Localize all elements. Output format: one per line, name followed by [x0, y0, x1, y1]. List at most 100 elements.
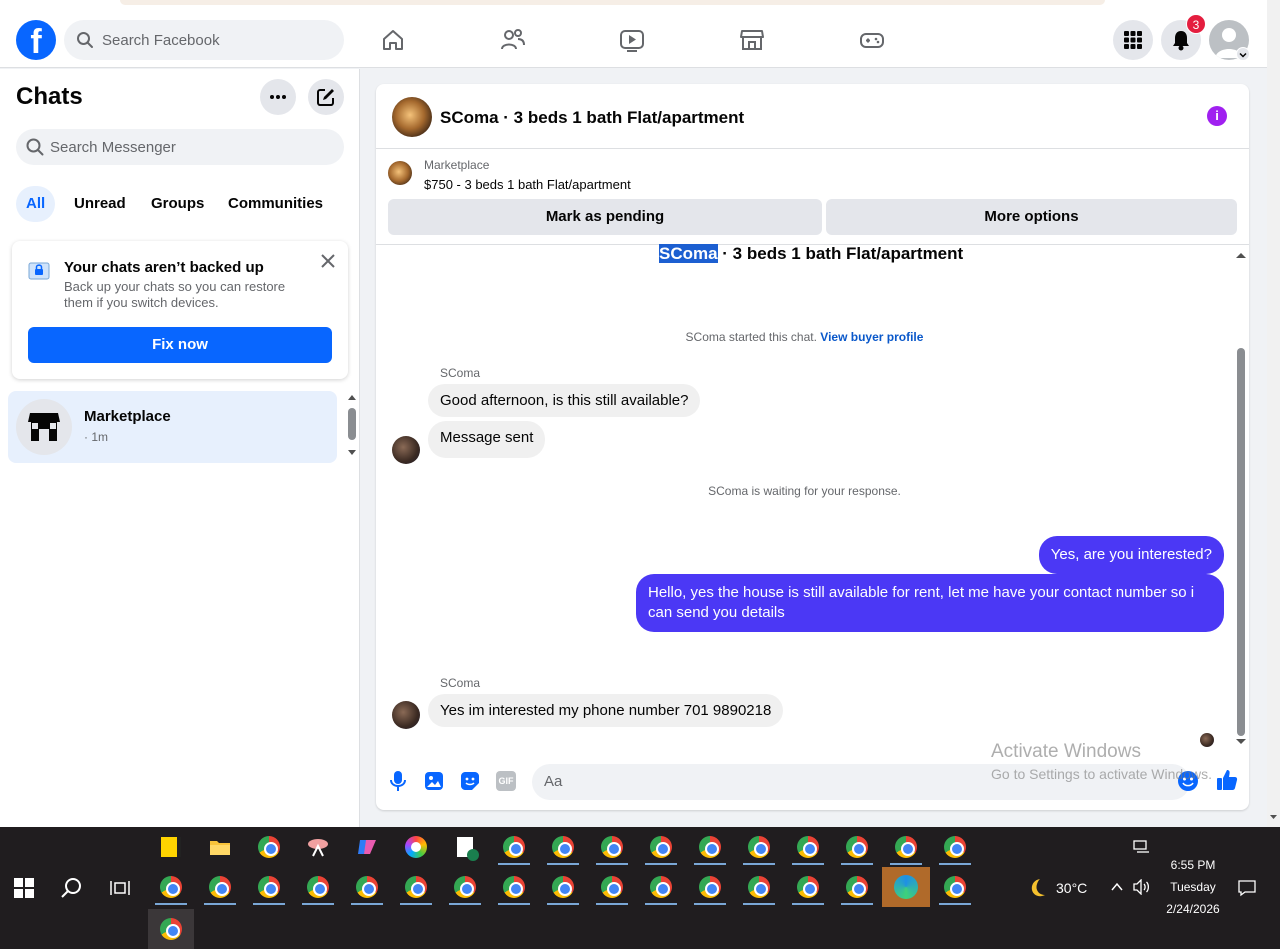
chrome-profile-icon[interactable] [148, 909, 194, 949]
chrome-profile-icon[interactable] [739, 829, 779, 865]
chat-list-scrollbar[interactable] [344, 391, 360, 463]
incoming-message[interactable]: Message sent [428, 421, 546, 458]
page-scrollbar[interactable] [1267, 0, 1280, 827]
chrome-profile-icon[interactable] [641, 829, 681, 865]
thread-scrollbar[interactable] [1233, 246, 1249, 746]
chrome-profile-icon[interactable] [543, 869, 583, 905]
chrome-profile-icon[interactable] [641, 869, 681, 905]
sender-avatar[interactable] [392, 701, 420, 729]
header-divider [376, 148, 1249, 149]
microphone-icon[interactable] [388, 770, 408, 792]
activate-windows-title: Activate Windows [991, 741, 1141, 762]
chrome-profile-icon[interactable] [935, 829, 975, 865]
conversation-header-title[interactable]: SComa · 3 beds 1 bath Flat/apartment [440, 108, 744, 128]
clock-date[interactable]: 2/24/2026 [1160, 902, 1226, 916]
backup-body: Back up your chats so you can restore th… [64, 279, 286, 310]
chat-options-button[interactable] [260, 79, 296, 115]
sticker-icon[interactable] [460, 771, 480, 791]
listing-title[interactable]: $750 - 3 beds 1 bath Flat/apartment [424, 177, 631, 192]
video-icon[interactable] [614, 22, 650, 58]
view-buyer-profile-link[interactable]: View buyer profile [820, 330, 923, 344]
listing-label: Marketplace [424, 158, 490, 172]
chrome-profile-icon[interactable] [837, 829, 877, 865]
notification-center-icon[interactable] [1238, 879, 1256, 897]
chrome-icon[interactable] [249, 829, 289, 865]
filter-unread[interactable]: Unread [64, 186, 136, 222]
taskbar-search-icon[interactable] [60, 876, 84, 900]
conversation-item-marketplace[interactable]: Marketplace · 1m [8, 391, 337, 463]
bell-icon [1173, 31, 1189, 51]
chrome-profile-icon[interactable] [151, 869, 191, 905]
copilot-icon[interactable] [347, 829, 387, 865]
chrome-profile-icon[interactable] [788, 869, 828, 905]
chrome-profile-icon[interactable] [249, 869, 289, 905]
chrome-profile-icon[interactable] [543, 829, 583, 865]
conversation-time: · 1m [84, 430, 108, 444]
facebook-search-input[interactable]: Search Facebook [64, 20, 344, 60]
messenger-search-input[interactable]: Search Messenger [16, 129, 344, 165]
chrome-profile-icon[interactable] [494, 869, 534, 905]
volume-icon[interactable] [1133, 878, 1151, 896]
thread-title-rest: · 3 beds 1 bath Flat/apartment [717, 244, 964, 263]
close-icon[interactable] [318, 251, 338, 271]
more-options-button[interactable]: More options [826, 199, 1237, 235]
snipping-tool-icon[interactable] [298, 829, 338, 865]
file-explorer-icon[interactable] [200, 829, 240, 865]
outgoing-message[interactable]: Yes, are you interested? [1038, 536, 1224, 574]
clock-time[interactable]: 6:55 PM [1160, 858, 1226, 872]
edge-browser-icon[interactable] [882, 867, 930, 907]
filter-all[interactable]: All [16, 186, 56, 222]
listing-thumbnail[interactable] [392, 97, 432, 137]
document-app-icon[interactable] [445, 829, 485, 865]
photos-app-icon[interactable] [396, 829, 436, 865]
marketplace-icon[interactable] [734, 22, 770, 58]
gaming-icon[interactable] [854, 22, 890, 58]
chrome-profile-icon[interactable] [445, 869, 485, 905]
started-text: SComa started this chat. [685, 330, 817, 344]
info-icon[interactable]: i [1207, 106, 1227, 126]
chrome-profile-icon[interactable] [592, 869, 632, 905]
chrome-profile-icon[interactable] [298, 869, 338, 905]
chrome-profile-icon[interactable] [739, 869, 779, 905]
weather-moon-icon[interactable] [1026, 877, 1048, 899]
photo-icon[interactable] [424, 771, 444, 791]
friends-icon[interactable] [495, 22, 531, 58]
mark-as-pending-button[interactable]: Mark as pending [388, 199, 822, 235]
fix-now-button[interactable]: Fix now [28, 327, 332, 363]
chrome-profile-icon[interactable] [690, 869, 730, 905]
chrome-profile-icon[interactable] [347, 869, 387, 905]
new-message-button[interactable] [308, 79, 344, 115]
chrome-profile-icon[interactable] [200, 869, 240, 905]
conversation-name: Marketplace [84, 408, 171, 425]
incoming-message[interactable]: Good afternoon, is this still available? [428, 384, 701, 417]
chrome-profile-icon[interactable] [788, 829, 828, 865]
gif-icon[interactable]: GIF [496, 771, 516, 791]
chrome-profile-icon[interactable] [690, 829, 730, 865]
facebook-logo-icon[interactable]: f [16, 20, 56, 60]
outgoing-message[interactable]: Hello, yes the house is still available … [636, 574, 1224, 632]
sender-avatar[interactable] [392, 436, 420, 464]
task-view-icon[interactable] [110, 879, 130, 897]
chat-started-notice: SComa started this chat. View buyer prof… [376, 330, 1233, 344]
filter-groups[interactable]: Groups [141, 186, 214, 222]
sticky-notes-icon[interactable] [151, 829, 191, 865]
windows-start-icon[interactable] [14, 878, 34, 898]
clock-day[interactable]: Tuesday [1160, 880, 1226, 894]
marketplace-avatar [16, 399, 72, 455]
chrome-profile-icon[interactable] [494, 829, 534, 865]
weather-temperature[interactable]: 30°C [1056, 880, 1087, 896]
chrome-profile-icon[interactable] [592, 829, 632, 865]
menu-grid-button[interactable] [1113, 20, 1153, 60]
chrome-profile-icon[interactable] [396, 869, 436, 905]
home-icon[interactable] [375, 22, 411, 58]
search-icon [77, 32, 93, 48]
network-icon[interactable] [1133, 840, 1151, 854]
account-chevron-icon[interactable] [1236, 47, 1250, 61]
chrome-profile-icon[interactable] [935, 869, 975, 905]
incoming-message[interactable]: Yes im interested my phone number 701 98… [428, 694, 784, 727]
chrome-profile-icon[interactable] [837, 869, 877, 905]
show-hidden-icons-chevron-icon[interactable] [1110, 880, 1124, 894]
filter-communities[interactable]: Communities [218, 186, 333, 222]
chats-title: Chats [16, 83, 83, 110]
chrome-profile-icon[interactable] [886, 829, 926, 865]
